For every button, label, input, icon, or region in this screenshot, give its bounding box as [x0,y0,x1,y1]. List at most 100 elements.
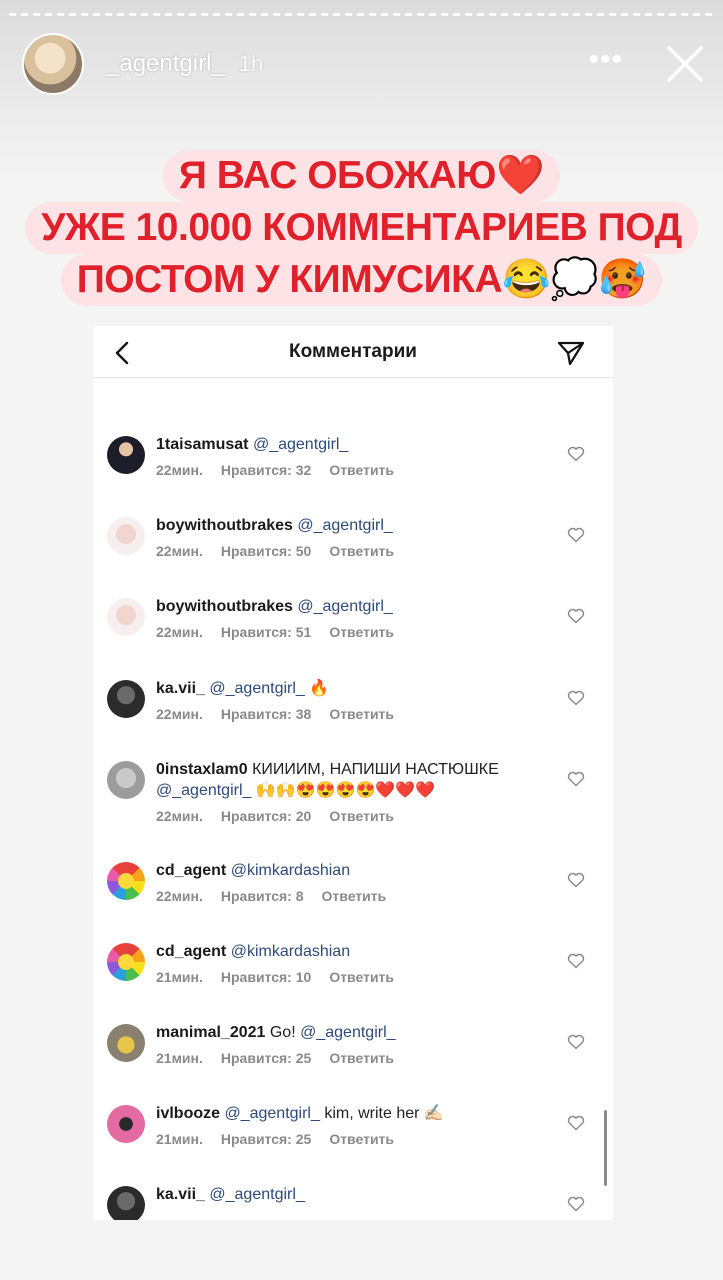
heart-icon[interactable] [567,608,585,624]
heart-icon[interactable] [567,446,585,462]
comment-avatar[interactable] [107,517,145,555]
comment-username[interactable]: 1taisamusat [156,436,249,453]
comment-avatar[interactable] [107,943,145,981]
comment-mention[interactable]: @_agentgirl_ [297,517,392,534]
comment-username[interactable]: boywithoutbrakes [156,517,293,534]
scrollbar[interactable] [604,1110,607,1186]
heart-icon[interactable] [567,1034,585,1050]
comment-meta: 22мин. Нравится: 20 Ответить [156,808,412,824]
comment-mention[interactable]: @_agentgirl_ [156,782,251,799]
comment-mention[interactable]: @_agentgirl_ [297,598,392,615]
comment-username[interactable]: manimal_2021 [156,1024,265,1041]
reply-button[interactable]: Ответить [329,462,394,478]
comment-text: ka.vii_ @_agentgirl_ 🔥 [156,678,563,699]
comment-meta: 21мин. Нравится: 25 Ответить [156,1050,412,1066]
comment-meta: 22мин. Нравится: 32 Ответить [156,462,412,478]
comment-mention[interactable]: @kimkardashian [231,943,350,960]
comment-likes[interactable]: Нравится: 38 [221,706,311,722]
comment-time: 22мин. [156,706,203,722]
heart-icon[interactable] [567,1196,585,1212]
reply-button[interactable]: Ответить [322,888,387,904]
comment-avatar[interactable] [107,1024,145,1062]
comment-avatar[interactable] [107,761,145,799]
story-header: _agentgirl_ 1h ••• [22,32,705,96]
caption-line-2: УЖЕ 10.000 КОММЕНТАРИЕВ ПОД [25,202,698,254]
comment-text: manimal_2021 Go! @_agentgirl_ [156,1022,563,1043]
comment-username[interactable]: ka.vii_ [156,1186,205,1203]
reply-button[interactable]: Ответить [329,1050,394,1066]
comment-likes[interactable]: Нравится: 25 [221,1050,311,1066]
comment-avatar[interactable] [107,680,145,718]
heart-icon[interactable] [567,527,585,543]
comment-username[interactable]: cd_agent [156,943,226,960]
comment-time: 22мин. [156,624,203,640]
comment-prefix: Go! [269,1024,296,1041]
heart-icon[interactable] [567,690,585,706]
avatar[interactable] [22,33,84,95]
comment-mention[interactable]: @_agentgirl_ [209,680,304,697]
story-username[interactable]: _agentgirl_ [106,50,225,78]
comment-avatar[interactable] [107,1105,145,1143]
comment-meta: 22мин. Нравится: 8 Ответить [156,888,404,904]
heart-icon[interactable] [567,771,585,787]
comment-username[interactable]: ivlbooze [156,1105,220,1122]
comment-meta: 22мин. Нравится: 38 Ответить [156,706,412,722]
comment-username[interactable]: boywithoutbrakes [156,598,293,615]
comment-likes[interactable]: Нравится: 20 [221,808,311,824]
comments-header: Комментарии [93,326,613,378]
comment-likes[interactable]: Нравится: 51 [221,624,311,640]
comment-likes[interactable]: Нравится: 25 [221,1131,311,1147]
caption-line-1: Я ВАС ОБОЖАЮ❤️ [162,150,561,202]
comment-text: cd_agent @kimkardashian [156,941,563,962]
story-progress-bar [9,13,714,16]
comment-mention[interactable]: @_agentgirl_ [209,1186,304,1203]
comment-avatar[interactable] [107,1186,145,1220]
comment-mention[interactable]: @_agentgirl_ [300,1024,395,1041]
heart-icon[interactable] [567,1115,585,1131]
comment-mention[interactable]: @_agentgirl_ [224,1105,319,1122]
page-title: Комментарии [289,340,417,362]
comment-likes[interactable]: Нравится: 50 [221,543,311,559]
comment-username[interactable]: ka.vii_ [156,680,205,697]
comment-meta: 21мин. Нравится: 25 Ответить [156,1131,412,1147]
story-caption: Я ВАС ОБОЖАЮ❤️ УЖЕ 10.000 КОММЕНТАРИЕВ П… [8,150,715,306]
comment-likes[interactable]: Нравится: 8 [221,888,304,904]
comment-text: ivlbooze @_agentgirl_ kim, write her ✍🏻 [156,1103,563,1124]
reply-button[interactable]: Ответить [329,624,394,640]
close-icon[interactable] [665,44,705,84]
more-options-icon[interactable]: ••• [588,45,623,75]
heart-icon[interactable] [567,872,585,888]
comment-meta: 22мин. Нравится: 50 Ответить [156,543,412,559]
story-time: 1h [238,51,264,76]
comment-avatar[interactable] [107,598,145,636]
back-arrow-icon[interactable] [113,340,133,366]
comment-time: 21мин. [156,969,203,985]
reply-button[interactable]: Ответить [329,706,394,722]
comment-time: 22мин. [156,888,203,904]
comment-mention[interactable]: @kimkardashian [231,862,350,879]
reply-button[interactable]: Ответить [329,969,394,985]
comment-body: 🙌🙌😍😍😍😍❤️❤️❤️ [255,782,436,799]
comment-text: boywithoutbrakes @_agentgirl_ [156,596,563,617]
heart-icon[interactable] [567,953,585,969]
comment-avatar[interactable] [107,436,145,474]
comment-text: boywithoutbrakes @_agentgirl_ [156,515,563,536]
comment-text: ka.vii_ @_agentgirl_ [156,1184,563,1205]
comment-likes[interactable]: Нравится: 32 [221,462,311,478]
comment-body: КИИИИМ, НАПИШИ НАСТЮШКЕ [252,761,499,778]
send-icon[interactable] [557,340,585,366]
comment-mention[interactable]: @_agentgirl_ [253,436,348,453]
comment-avatar[interactable] [107,862,145,900]
comment-text: 1taisamusat @_agentgirl_ [156,434,563,455]
comment-likes[interactable]: Нравится: 10 [221,969,311,985]
reply-button[interactable]: Ответить [329,1131,394,1147]
comment-time: 21мин. [156,1050,203,1066]
comment-username[interactable]: 0instaxlam0 [156,761,248,778]
reply-button[interactable]: Ответить [329,808,394,824]
comment-body: 🔥 [309,680,330,697]
comment-body: kim, write her ✍🏻 [324,1105,444,1122]
reply-button[interactable]: Ответить [329,543,394,559]
comment-username[interactable]: cd_agent [156,862,226,879]
comment-time: 22мин. [156,543,203,559]
comments-screenshot: 22мин.Нравится: 28Ответить1taisamusat @_… [93,326,613,1220]
